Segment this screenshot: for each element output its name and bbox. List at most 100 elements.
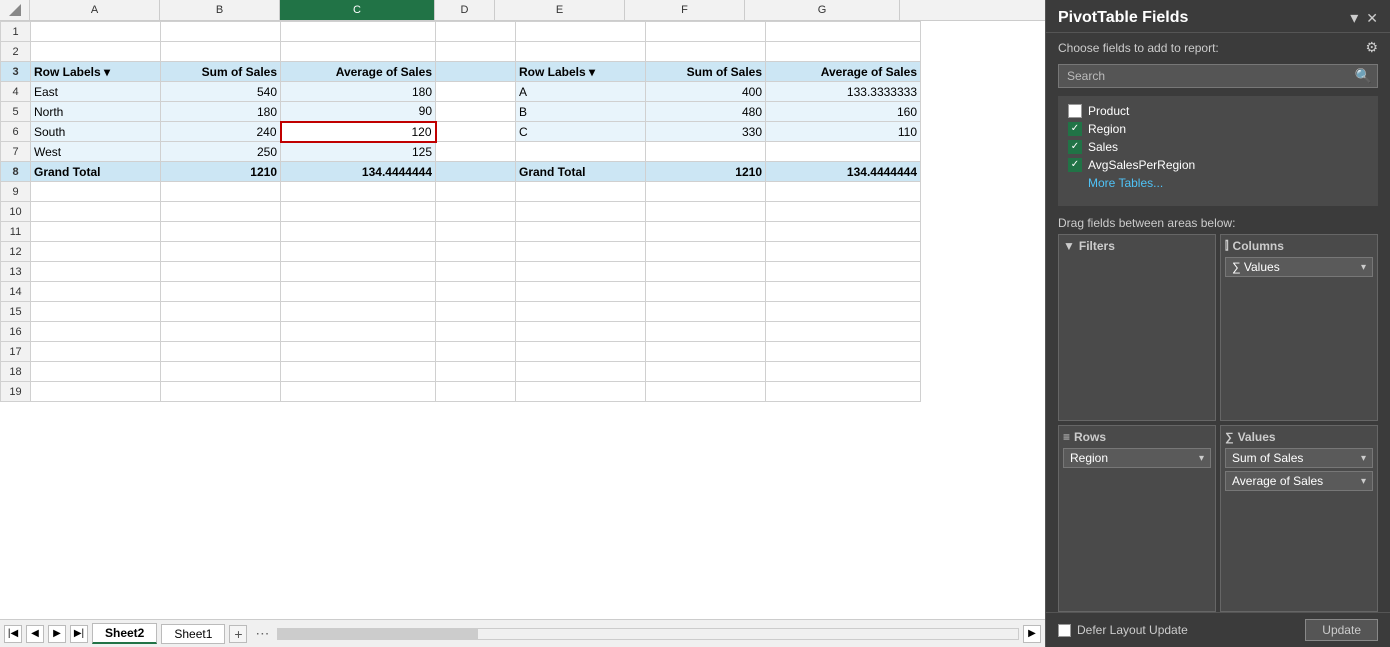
cell-f8[interactable]: 1210 <box>646 162 766 182</box>
chevron-down-icon[interactable]: ▾ <box>1350 8 1358 28</box>
cell-d1[interactable] <box>436 22 516 42</box>
rows-region-item[interactable]: Region ▾ <box>1063 448 1211 468</box>
values-avg-sales-item[interactable]: Average of Sales ▾ <box>1225 471 1373 491</box>
sheet-nav-next[interactable]: ▶ <box>48 625 66 643</box>
cell-a5[interactable]: North <box>31 102 161 122</box>
col-header-e[interactable]: E <box>495 0 625 20</box>
cell-e8[interactable]: Grand Total <box>516 162 646 182</box>
cell-g3[interactable]: Average of Sales <box>766 62 921 82</box>
cell-a8[interactable]: Grand Total <box>31 162 161 182</box>
field-item-product[interactable]: Product <box>1064 102 1372 120</box>
cell-b7[interactable]: 250 <box>161 142 281 162</box>
cell-b5[interactable]: 180 <box>161 102 281 122</box>
defer-layout-checkbox[interactable]: Defer Layout Update <box>1058 623 1188 637</box>
col-header-g[interactable]: G <box>745 0 900 20</box>
cell-a1[interactable] <box>31 22 161 42</box>
field-item-sales[interactable]: Sales <box>1064 138 1372 156</box>
values-sum-sales-item[interactable]: Sum of Sales ▾ <box>1225 448 1373 468</box>
cell-b3[interactable]: Sum of Sales <box>161 62 281 82</box>
more-tables-link[interactable]: More Tables... <box>1064 174 1372 194</box>
cell-c7[interactable]: 125 <box>281 142 436 162</box>
grid-scroll[interactable]: 1 2 <box>0 21 1045 619</box>
cell-c4[interactable]: 180 <box>281 82 436 102</box>
cell-d5[interactable] <box>436 102 516 122</box>
col-header-a[interactable]: A <box>30 0 160 20</box>
cell-e5[interactable]: B <box>516 102 646 122</box>
cell-a2[interactable] <box>31 42 161 62</box>
cell-g4[interactable]: 133.3333333 <box>766 82 921 102</box>
cell-f3[interactable]: Sum of Sales <box>646 62 766 82</box>
field-checkbox-product[interactable] <box>1068 104 1082 118</box>
sheet-nav-first[interactable]: |◀ <box>4 625 22 643</box>
cell-f5[interactable]: 480 <box>646 102 766 122</box>
field-item-region[interactable]: Region <box>1064 120 1372 138</box>
sheet-nav-prev[interactable]: ◀ <box>26 625 44 643</box>
cell-g2[interactable] <box>766 42 921 62</box>
pivot-bottom: Defer Layout Update Update <box>1046 612 1390 647</box>
col-header-b[interactable]: B <box>160 0 280 20</box>
settings-icon[interactable]: ⚙ <box>1365 39 1378 56</box>
close-icon[interactable]: ✕ <box>1366 10 1378 27</box>
cell-d2[interactable] <box>436 42 516 62</box>
defer-cb[interactable] <box>1058 624 1071 637</box>
cell-d4[interactable] <box>436 82 516 102</box>
cell-f6[interactable]: 330 <box>646 122 766 142</box>
columns-values-item[interactable]: ∑ Values ▾ <box>1225 257 1373 277</box>
cell-b4[interactable]: 540 <box>161 82 281 102</box>
cell-f2[interactable] <box>646 42 766 62</box>
cell-b1[interactable] <box>161 22 281 42</box>
cell-e6[interactable]: C <box>516 122 646 142</box>
pivot-subtitle: Choose fields to add to report: ⚙ <box>1046 33 1390 60</box>
cell-c5[interactable]: 90 <box>281 102 436 122</box>
col-header-f[interactable]: F <box>625 0 745 20</box>
cell-e4[interactable]: A <box>516 82 646 102</box>
cell-e3[interactable]: Row Labels ▾ <box>516 62 646 82</box>
cell-b2[interactable] <box>161 42 281 62</box>
cell-a4[interactable]: East <box>31 82 161 102</box>
values-sum-sales-arrow[interactable]: ▾ <box>1361 453 1366 464</box>
cell-e1[interactable] <box>516 22 646 42</box>
cell-a6[interactable]: South <box>31 122 161 142</box>
sheet-nav-last[interactable]: ▶| <box>70 625 88 643</box>
cell-c2[interactable] <box>281 42 436 62</box>
cell-f7[interactable] <box>646 142 766 162</box>
col-header-c[interactable]: C <box>280 0 435 20</box>
cell-d3[interactable] <box>436 62 516 82</box>
cell-b8[interactable]: 1210 <box>161 162 281 182</box>
field-checkbox-sales[interactable] <box>1068 140 1082 154</box>
cell-g5[interactable]: 160 <box>766 102 921 122</box>
field-checkbox-region[interactable] <box>1068 122 1082 136</box>
cell-c6[interactable]: 120 <box>281 122 436 142</box>
cell-a7[interactable]: West <box>31 142 161 162</box>
cell-e7[interactable] <box>516 142 646 162</box>
cell-g8[interactable]: 134.4444444 <box>766 162 921 182</box>
cell-f4[interactable]: 400 <box>646 82 766 102</box>
cell-b6[interactable]: 240 <box>161 122 281 142</box>
cell-e2[interactable] <box>516 42 646 62</box>
field-checkbox-avgsalesperregion[interactable] <box>1068 158 1082 172</box>
cell-g1[interactable] <box>766 22 921 42</box>
columns-values-arrow[interactable]: ▾ <box>1361 262 1366 273</box>
cell-c1[interactable] <box>281 22 436 42</box>
cell-g6[interactable]: 110 <box>766 122 921 142</box>
sheet-tab-sheet2[interactable]: Sheet2 <box>92 623 157 644</box>
field-item-avgsalesperregion[interactable]: AvgSalesPerRegion <box>1064 156 1372 174</box>
search-input[interactable] <box>1058 64 1378 88</box>
cell-f1[interactable] <box>646 22 766 42</box>
cell-g7[interactable] <box>766 142 921 162</box>
sheet-tab-sheet1[interactable]: Sheet1 <box>161 624 225 644</box>
update-button[interactable]: Update <box>1305 619 1378 641</box>
cell-c3[interactable]: Average of Sales <box>281 62 436 82</box>
cell-d8[interactable] <box>436 162 516 182</box>
scroll-right-button[interactable]: ▶ <box>1023 625 1041 643</box>
add-sheet-button[interactable]: + <box>229 625 247 643</box>
cell-c8[interactable]: 134.4444444 <box>281 162 436 182</box>
rows-region-arrow[interactable]: ▾ <box>1199 453 1204 464</box>
horizontal-scrollbar[interactable] <box>277 628 1019 640</box>
cell-d6[interactable] <box>436 122 516 142</box>
cell-d7[interactable] <box>436 142 516 162</box>
cell-a3[interactable]: Row Labels ▾ <box>31 62 161 82</box>
dots-button[interactable]: ⋯ <box>251 625 273 642</box>
col-header-d[interactable]: D <box>435 0 495 20</box>
values-avg-sales-arrow[interactable]: ▾ <box>1361 476 1366 487</box>
